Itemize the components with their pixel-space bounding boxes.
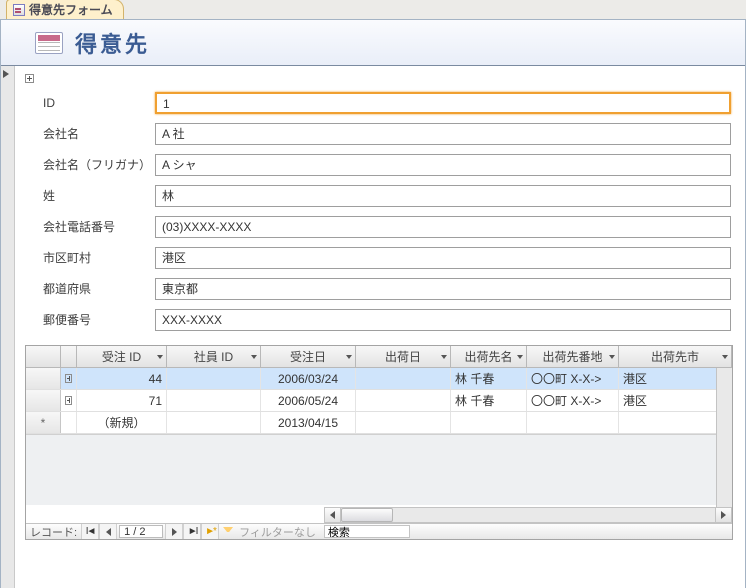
sub-header-row: 受注 ID 社員 ID 受注日 出荷日 出荷先名 出荷先番地 出荷先市 [26, 346, 732, 368]
scroll-right-button[interactable] [715, 508, 731, 522]
expand-toggle[interactable] [25, 74, 34, 83]
label-kana: 会社名（フリガナ） [43, 156, 155, 173]
dropdown-icon [517, 355, 523, 359]
sub-row-new[interactable]: * （新規） 2013/04/15 [26, 412, 732, 434]
label-pref: 都道府県 [43, 280, 155, 297]
input-surname[interactable]: 林 [155, 185, 731, 207]
form-title: 得意先 [75, 27, 150, 59]
sub-nav-bar: レコード: I◄ 1 / 2 ►I ►* フィルターなし [26, 523, 732, 539]
nav-position[interactable]: 1 / 2 [119, 525, 163, 538]
tab-label: 得意先フォーム [29, 1, 113, 18]
nav-next-button[interactable] [165, 524, 183, 539]
col-ship-addr[interactable]: 出荷先番地 [527, 346, 619, 367]
new-record-icon: * [41, 416, 46, 430]
dropdown-icon [441, 355, 447, 359]
scroll-left-button[interactable] [325, 508, 341, 522]
nav-first-button[interactable]: I◄ [81, 524, 99, 539]
input-company[interactable]: A 社 [155, 123, 731, 145]
sub-row-expand [61, 412, 77, 433]
input-pref[interactable]: 東京都 [155, 278, 731, 300]
cell-ship-addr[interactable] [527, 412, 619, 433]
label-company: 会社名 [43, 125, 155, 142]
col-ship-name[interactable]: 出荷先名 [451, 346, 527, 367]
sub-row-selector[interactable] [26, 390, 61, 411]
sub-row[interactable]: 44 2006/03/24 林 千春 〇〇町 X-X-> 港区 [26, 368, 732, 390]
nav-label: レコード: [26, 524, 81, 539]
cell-ship-addr[interactable]: 〇〇町 X-X-> [527, 368, 619, 389]
form-header-icon [35, 32, 63, 54]
input-phone[interactable]: (03)XXXX-XXXX [155, 216, 731, 238]
label-surname: 姓 [43, 187, 155, 204]
input-id[interactable]: 1 [155, 92, 731, 114]
dropdown-icon [722, 355, 728, 359]
cell-order-id[interactable]: 44 [77, 368, 167, 389]
sub-row-selector[interactable]: * [26, 412, 61, 433]
cell-ship-date[interactable] [356, 412, 451, 433]
dropdown-icon [157, 355, 163, 359]
nav-prev-button[interactable] [99, 524, 117, 539]
plus-icon [65, 374, 72, 383]
col-order-date[interactable]: 受注日 [261, 346, 356, 367]
sub-record-selector-header[interactable] [26, 346, 61, 367]
label-phone: 会社電話番号 [43, 218, 155, 235]
scroll-track[interactable] [341, 508, 715, 522]
input-zip[interactable]: XXX-XXXX [155, 309, 731, 331]
cell-order-date[interactable]: 2006/03/24 [261, 368, 356, 389]
cell-ship-name[interactable] [451, 412, 527, 433]
sub-hscrollbar[interactable] [324, 507, 732, 523]
nav-new-button[interactable]: ►* [201, 524, 219, 539]
plus-icon [65, 396, 72, 405]
input-city[interactable]: 港区 [155, 247, 731, 269]
nav-last-button[interactable]: ►I [183, 524, 201, 539]
field-list: ID 1 会社名 A 社 会社名（フリガナ） A シャ 姓 林 会社電話番号 (… [43, 87, 731, 335]
sub-datasheet: 受注 ID 社員 ID 受注日 出荷日 出荷先名 出荷先番地 出荷先市 44 2… [25, 345, 733, 540]
cell-ship-name[interactable]: 林 千春 [451, 390, 527, 411]
current-record-icon [3, 70, 9, 78]
col-ship-city[interactable]: 出荷先市 [619, 346, 732, 367]
form-icon [13, 4, 25, 16]
cell-ship-date[interactable] [356, 368, 451, 389]
label-zip: 郵便番号 [43, 311, 155, 328]
sub-row[interactable]: 71 2006/05/24 林 千春 〇〇町 X-X-> 港区 [26, 390, 732, 412]
record-selector-bar[interactable] [1, 66, 15, 588]
cell-emp-id[interactable] [167, 390, 261, 411]
dropdown-icon [609, 355, 615, 359]
cell-order-id[interactable]: 71 [77, 390, 167, 411]
cell-ship-name[interactable]: 林 千春 [451, 368, 527, 389]
form-body: ID 1 会社名 A 社 会社名（フリガナ） A シャ 姓 林 会社電話番号 (… [15, 66, 745, 588]
col-ship-date[interactable]: 出荷日 [356, 346, 451, 367]
input-kana[interactable]: A シャ [155, 154, 731, 176]
sub-expand-header [61, 346, 77, 367]
tab-bar: 得意先フォーム [0, 0, 746, 20]
col-order-id[interactable]: 受注 ID [77, 346, 167, 367]
cell-order-date[interactable]: 2006/05/24 [261, 390, 356, 411]
nav-search-input[interactable] [324, 525, 410, 538]
cell-ship-date[interactable] [356, 390, 451, 411]
sub-row-expand[interactable] [61, 368, 77, 389]
sub-vscrollbar[interactable] [716, 368, 732, 507]
cell-emp-id[interactable] [167, 412, 261, 433]
cell-order-id[interactable]: （新規） [77, 412, 167, 433]
cell-ship-addr[interactable]: 〇〇町 X-X-> [527, 390, 619, 411]
tab-customer-form[interactable]: 得意先フォーム [6, 0, 124, 19]
label-city: 市区町村 [43, 249, 155, 266]
nav-filter-status[interactable]: フィルターなし [219, 524, 324, 539]
label-id: ID [43, 96, 155, 110]
form-header: 得意先 [1, 20, 745, 66]
sub-row-selector[interactable] [26, 368, 61, 389]
scroll-thumb[interactable] [341, 508, 393, 522]
nav-search [324, 524, 732, 539]
dropdown-icon [251, 355, 257, 359]
form-area: 得意先 ID 1 会社名 A 社 会社名（フリガナ） A シャ 姓 林 会社電話… [0, 20, 746, 588]
col-emp-id[interactable]: 社員 ID [167, 346, 261, 367]
sub-empty-area [26, 434, 732, 505]
dropdown-icon [346, 355, 352, 359]
cell-emp-id[interactable] [167, 368, 261, 389]
sub-row-expand[interactable] [61, 390, 77, 411]
cell-order-date[interactable]: 2013/04/15 [261, 412, 356, 433]
